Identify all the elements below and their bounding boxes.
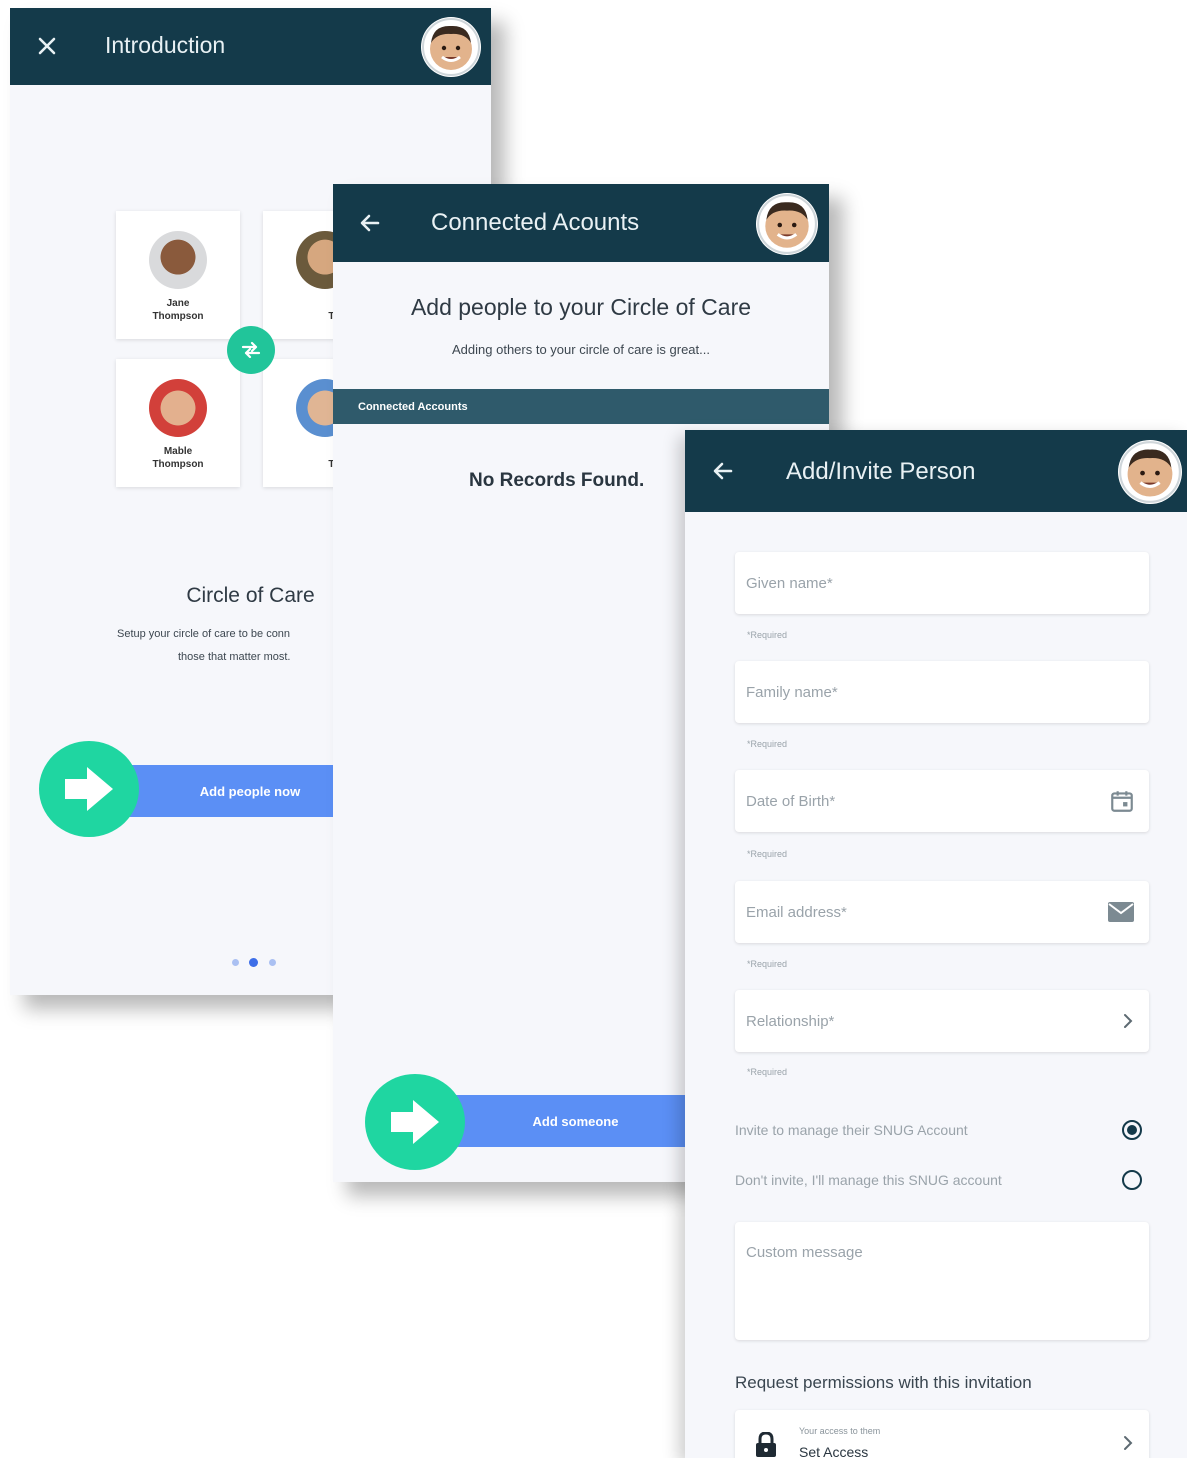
invite-title: Add/Invite Person [786, 458, 976, 485]
email-field[interactable]: Email address* [735, 881, 1149, 943]
radio-unselected[interactable] [1122, 1170, 1142, 1190]
connected-accounts-section-header: Connected Accounts [333, 389, 829, 424]
page-dot[interactable] [269, 959, 276, 966]
date-of-birth-placeholder: Date of Birth* [746, 792, 836, 810]
relationship-placeholder: Relationship* [746, 1012, 835, 1030]
page-dot-active[interactable] [249, 958, 258, 967]
connected-subtext: Adding others to your circle of care is … [452, 342, 710, 357]
person-first-name: Jane [166, 298, 190, 309]
invite-radio-option[interactable]: Invite to manage their SNUG Account [735, 1118, 1149, 1142]
close-icon[interactable] [35, 34, 59, 58]
connected-heading: Add people to your Circle of Care [410, 294, 752, 320]
dont-invite-radio-label: Don't invite, I'll manage this SNUG acco… [735, 1172, 1002, 1188]
person-last-name: Thompson [152, 311, 204, 322]
required-helper: *Required [747, 630, 788, 640]
person-first-name: Mable [163, 446, 193, 457]
dont-invite-radio-option[interactable]: Don't invite, I'll manage this SNUG acco… [735, 1168, 1149, 1192]
custom-message-placeholder: Custom message [746, 1244, 863, 1261]
required-helper: *Required [747, 739, 788, 749]
chevron-right-icon [1121, 1434, 1135, 1457]
lock-icon [755, 1431, 777, 1458]
add-invite-screen: Add/Invite Person Given name* *Required … [685, 430, 1187, 1458]
required-helper: *Required [747, 959, 788, 969]
flow-arrow-icon [365, 1074, 465, 1170]
intro-app-bar: Introduction [10, 8, 491, 85]
swap-icon [227, 326, 275, 374]
empty-state-text: No Records Found. [469, 470, 645, 491]
avatar[interactable] [756, 193, 818, 255]
mail-icon [1107, 901, 1135, 923]
chevron-right-icon [1121, 1012, 1135, 1030]
back-arrow-icon[interactable] [358, 211, 382, 235]
given-name-placeholder: Given name* [746, 574, 833, 592]
permissions-heading: Request permissions with this invitation [735, 1373, 1032, 1392]
access-value: Set Access [799, 1444, 869, 1458]
required-helper: *Required [747, 849, 788, 859]
avatar[interactable] [1118, 440, 1182, 504]
intro-body-line1: Setup your circle of care to be conn [117, 628, 291, 640]
page-dot[interactable] [232, 959, 239, 966]
add-someone-button[interactable]: Add someone [433, 1095, 718, 1147]
back-arrow-icon[interactable] [711, 459, 735, 483]
required-helper: *Required [747, 1067, 788, 1077]
flow-arrow-icon [39, 741, 139, 837]
access-caption: Your access to them [799, 1426, 881, 1436]
person-last-name: Thompson [152, 459, 204, 470]
invite-radio-label: Invite to manage their SNUG Account [735, 1122, 968, 1138]
person-card: Jane Thompson [116, 211, 240, 339]
radio-dot [1127, 1125, 1137, 1135]
person-photo [149, 379, 207, 437]
relationship-select[interactable]: Relationship* [735, 990, 1149, 1052]
connected-title: Connected Acounts [431, 209, 640, 236]
person-card: Mable Thompson [116, 359, 240, 487]
person-photo [149, 231, 207, 289]
radio-selected[interactable] [1122, 1120, 1142, 1140]
intro-body-line2: those that matter most. [178, 651, 291, 663]
set-access-row[interactable]: Your access to them Set Access [735, 1410, 1149, 1458]
calendar-icon[interactable] [1109, 788, 1135, 814]
given-name-field[interactable]: Given name* [735, 552, 1149, 614]
intro-title: Introduction [105, 32, 226, 58]
invite-app-bar: Add/Invite Person [685, 430, 1187, 512]
date-of-birth-field[interactable]: Date of Birth* [735, 770, 1149, 832]
email-placeholder: Email address* [746, 903, 847, 921]
connected-app-bar: Connected Acounts [333, 184, 829, 262]
avatar[interactable] [421, 17, 481, 77]
family-name-placeholder: Family name* [746, 683, 838, 701]
family-name-field[interactable]: Family name* [735, 661, 1149, 723]
custom-message-textarea[interactable]: Custom message [735, 1222, 1149, 1340]
